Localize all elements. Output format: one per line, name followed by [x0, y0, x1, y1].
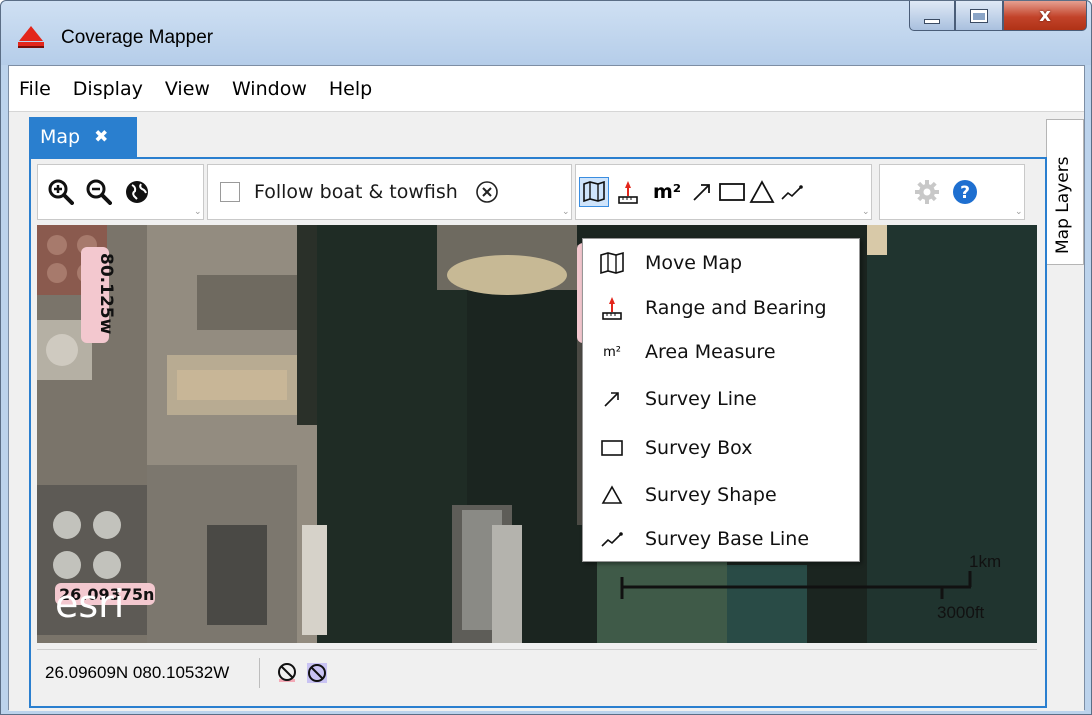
menu-view[interactable]: View	[165, 78, 210, 100]
minimize-icon	[924, 19, 940, 24]
tab-map-label: Map	[40, 126, 81, 148]
status-divider	[259, 657, 261, 688]
menu-item-label: Survey Shape	[645, 484, 777, 506]
zoom-in-icon[interactable]	[46, 177, 76, 207]
side-tab-label: Map Layers	[1053, 156, 1073, 254]
title-bar[interactable]: Coverage Mapper x	[1, 1, 1091, 65]
map-toolbar: ⌄ Follow boat & towfish ⌄ m² ⌄ ? ⌄	[37, 164, 1037, 221]
map-icon	[597, 248, 627, 278]
no-signal-icon[interactable]	[274, 660, 300, 686]
menu-item-area-measure[interactable]: m² Area Measure	[583, 330, 859, 374]
menu-item-survey-shape[interactable]: Survey Shape	[583, 473, 859, 517]
menu-item-survey-base-line[interactable]: Survey Base Line	[583, 517, 859, 561]
range-bearing-icon	[597, 293, 627, 323]
menu-file[interactable]: File	[19, 78, 51, 100]
cursor-coordinates: 26.09609N 080.10532W	[45, 662, 230, 682]
settings-group: ? ⌄	[879, 164, 1025, 220]
triangle-icon	[597, 480, 627, 510]
help-icon[interactable]: ?	[950, 177, 980, 207]
range-bearing-icon[interactable]	[613, 177, 643, 207]
globe-icon[interactable]	[122, 177, 152, 207]
client-area: File Display View Window Help Map ✖ Map …	[8, 65, 1085, 711]
close-button[interactable]: x	[1003, 1, 1087, 31]
menu-item-label: Survey Box	[645, 437, 753, 459]
menu-item-label: Move Map	[645, 252, 743, 274]
svg-text:?: ?	[960, 183, 970, 203]
arrow-icon[interactable]	[687, 177, 717, 207]
follow-group: Follow boat & towfish ⌄	[207, 164, 572, 220]
zoom-out-icon[interactable]	[84, 177, 114, 207]
tab-map[interactable]: Map ✖	[29, 117, 137, 157]
gear-icon[interactable]	[912, 177, 942, 207]
close-icon: x	[1039, 5, 1051, 26]
minimize-button[interactable]	[909, 1, 955, 31]
clear-track-icon[interactable]	[472, 177, 502, 207]
scale-label-km: 1km	[969, 552, 1001, 571]
window-title: Coverage Mapper	[61, 27, 214, 48]
tools-group: m² ⌄	[575, 164, 872, 220]
menu-item-label: Area Measure	[645, 341, 776, 363]
menu-item-move-map[interactable]: Move Map	[583, 241, 859, 285]
no-towfish-icon[interactable]	[304, 660, 330, 686]
map-panel: ⌄ Follow boat & towfish ⌄ m² ⌄ ? ⌄ 80.12…	[29, 157, 1047, 708]
app-logo-icon	[18, 26, 44, 48]
menu-help[interactable]: Help	[329, 78, 372, 100]
satellite-imagery: 80.125w 26.09375n esri 1km 3000ft	[37, 225, 1037, 643]
scale-label-ft: 3000ft	[937, 603, 985, 622]
follow-label: Follow boat & towfish	[254, 181, 458, 203]
grid-label-lon: 80.125w	[96, 253, 116, 335]
triangle-icon[interactable]	[747, 177, 777, 207]
menu-display[interactable]: Display	[73, 78, 143, 100]
toolbar-grip[interactable]: ⌄	[194, 208, 202, 217]
status-bar: 26.09609N 080.10532W	[37, 649, 1037, 695]
menu-item-range-bearing[interactable]: Range and Bearing	[583, 286, 859, 330]
work-area: Map ✖ Map Layers ⌄ Follow boat & towfish…	[9, 112, 1084, 711]
navigation-group: ⌄	[37, 164, 204, 220]
menu-bar: File Display View Window Help	[9, 66, 1084, 112]
menu-item-label: Survey Base Line	[645, 528, 810, 550]
esri-logo: esri	[55, 582, 124, 626]
side-tab-map-layers[interactable]: Map Layers	[1046, 119, 1084, 265]
area-measure-icon: m²	[603, 344, 621, 360]
map-view[interactable]: 80.125w 26.09375n esri 1km 3000ft	[37, 225, 1037, 643]
menu-item-label: Survey Line	[645, 388, 757, 410]
map-icon[interactable]	[579, 177, 609, 207]
follow-checkbox[interactable]	[220, 182, 240, 202]
baseline-icon	[597, 524, 627, 554]
menu-item-survey-line[interactable]: Survey Line	[583, 377, 859, 421]
toolbar-grip[interactable]: ⌄	[862, 208, 870, 217]
menu-window[interactable]: Window	[232, 78, 307, 100]
rectangle-icon	[597, 433, 627, 463]
menu-item-survey-box[interactable]: Survey Box	[583, 426, 859, 470]
tab-close-icon[interactable]: ✖	[94, 127, 108, 147]
area-measure-icon[interactable]: m²	[647, 177, 687, 207]
baseline-icon[interactable]	[777, 177, 807, 207]
rectangle-icon[interactable]	[717, 177, 747, 207]
arrow-icon	[597, 384, 627, 414]
maximize-button[interactable]	[955, 1, 1003, 31]
app-window: Coverage Mapper x File Display View Wind…	[0, 0, 1092, 715]
menu-item-label: Range and Bearing	[645, 297, 827, 319]
toolbar-grip[interactable]: ⌄	[1015, 208, 1023, 217]
tool-dropdown-menu: Move Map Range and Bearing m² Area Measu…	[582, 238, 860, 562]
maximize-icon	[970, 8, 988, 23]
toolbar-grip[interactable]: ⌄	[562, 208, 570, 217]
